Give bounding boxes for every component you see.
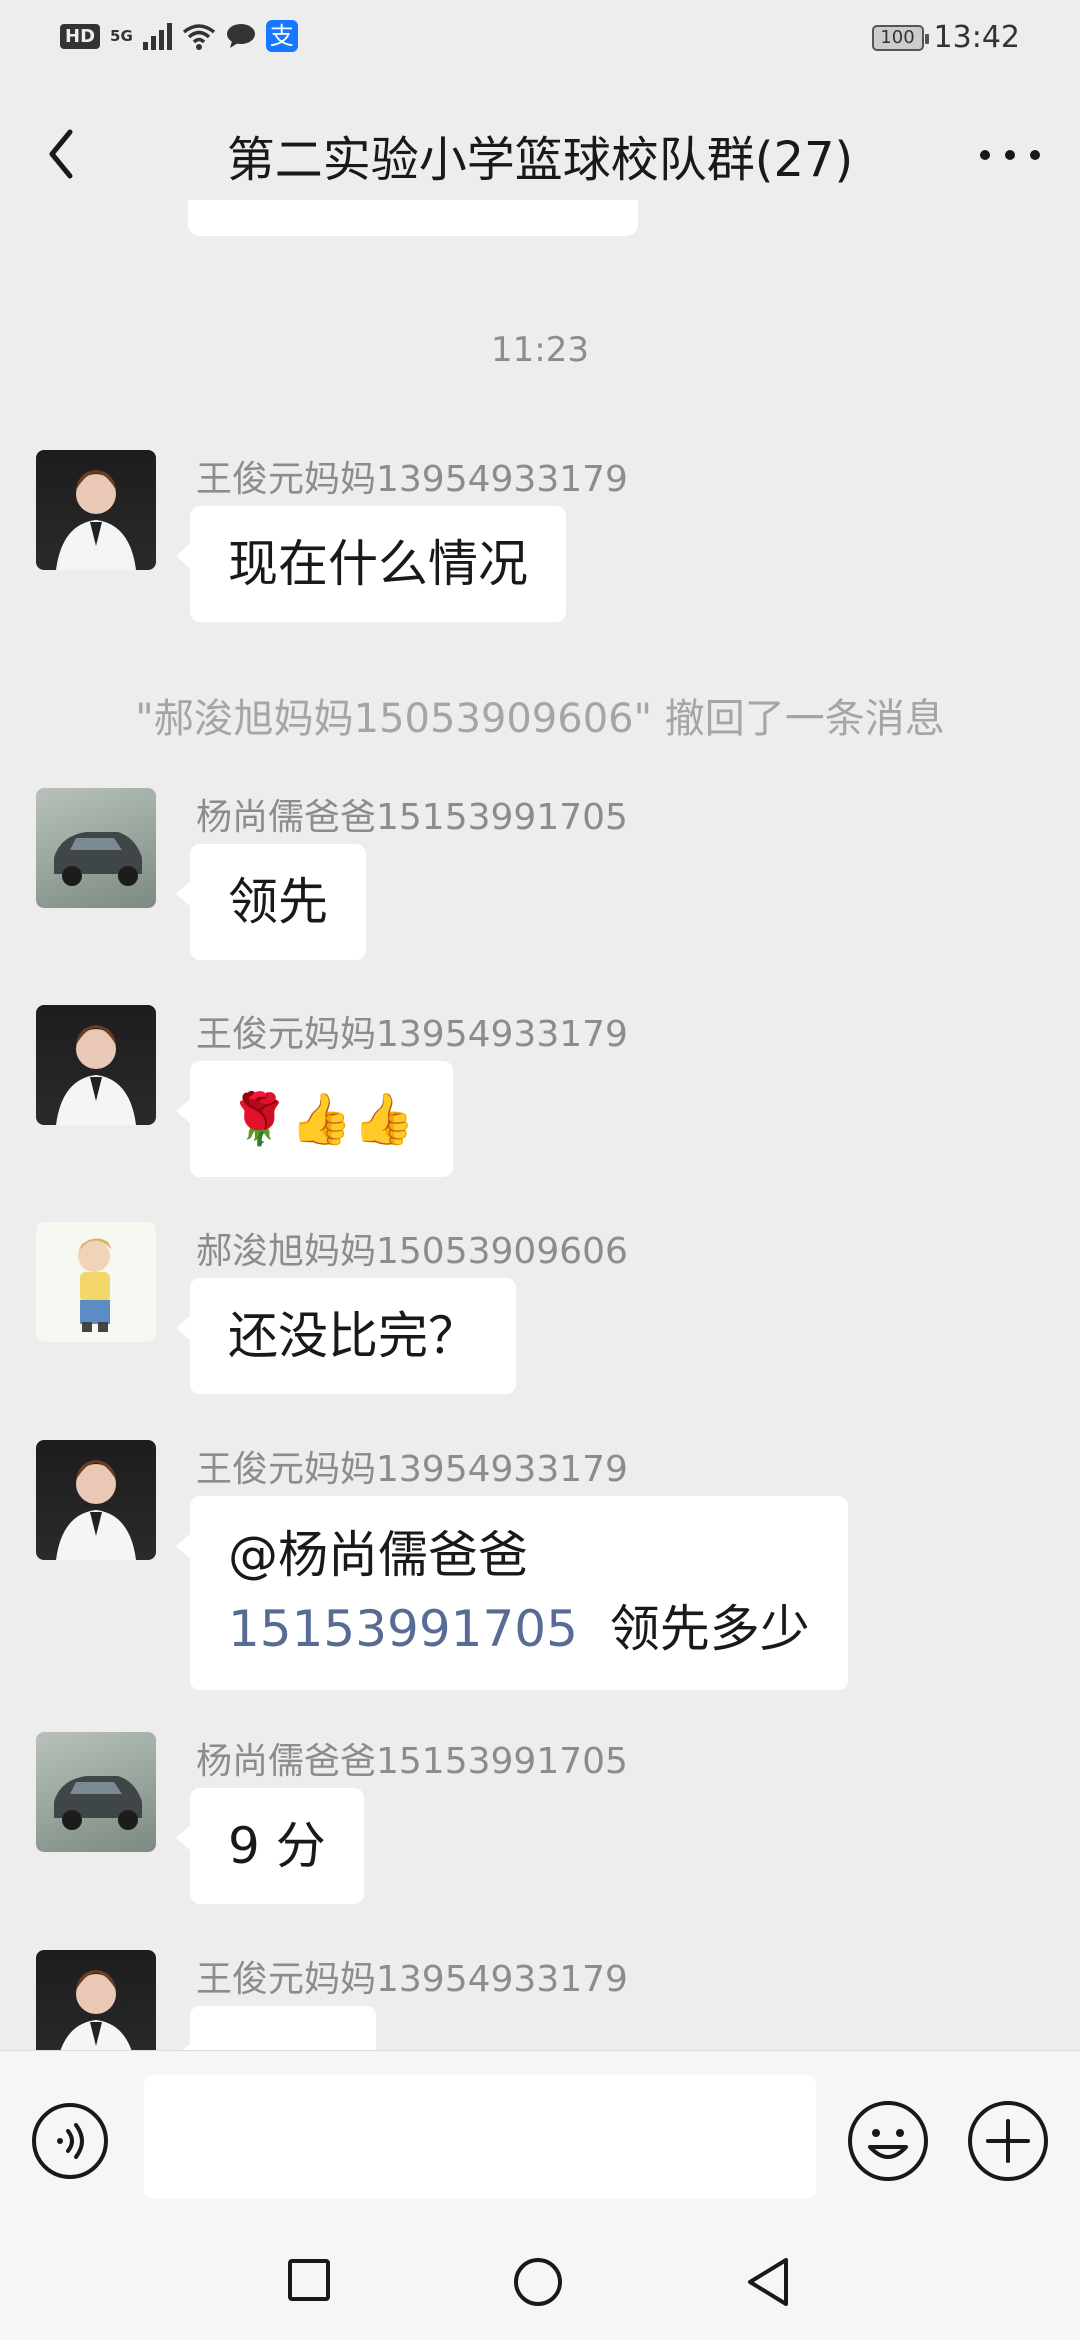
recall-notice: "郝浚旭妈妈15053909606" 撤回了一条消息 (135, 696, 945, 742)
chat-title: 第二实验小学篮球校队群(27) (226, 132, 854, 188)
voice-icon[interactable] (30, 2101, 110, 2181)
avatar[interactable] (36, 788, 156, 908)
alipay-icon: 支 (265, 20, 298, 52)
message-input[interactable] (144, 2075, 816, 2199)
previous-message-bubble[interactable] (188, 200, 638, 236)
avatar[interactable] (36, 1950, 156, 2050)
plus-icon[interactable] (966, 2099, 1050, 2183)
battery-icon: 100 (871, 24, 929, 51)
message-bubble[interactable]: 🌹👍👍 (176, 1061, 453, 1177)
sender-name: 杨尚儒爸爸15153991705 (196, 797, 628, 838)
signal-bars-icon (142, 22, 172, 50)
input-bar (0, 2050, 1080, 2221)
wifi-icon (182, 24, 215, 50)
signal-type: 5G (110, 27, 133, 45)
message-bubble[interactable] (176, 2006, 376, 2050)
sender-name: 王俊元妈妈13954933179 (196, 1449, 628, 1490)
status-bar: HD 5G 支 100 13:42 (0, 0, 1080, 80)
message-bubble[interactable]: 领先 (176, 844, 366, 960)
sender-name: 王俊元妈妈13954933179 (196, 459, 628, 500)
message-bubble[interactable]: 还没比完？ (176, 1278, 516, 1394)
sender-name: 王俊元妈妈13954933179 (196, 1014, 628, 1055)
back-arrow-icon[interactable] (40, 122, 88, 186)
hd-icon: HD (60, 23, 101, 49)
chat-messages[interactable]: 11:23 王俊元妈妈13954933179 现在什么情况 "郝浚旭妈妈1505… (0, 200, 1080, 2050)
avatar[interactable] (36, 1440, 156, 1560)
timestamp: 11:23 (491, 330, 589, 370)
sender-name: 郝浚旭妈妈15053909606 (196, 1231, 628, 1272)
mention-name[interactable]: @杨尚儒爸爸 (228, 1518, 810, 1592)
message-bubble[interactable]: 9 分 (176, 1788, 364, 1904)
phone-number-link[interactable]: 15153991705 (228, 1600, 578, 1658)
back-triangle-icon[interactable] (742, 2254, 794, 2310)
more-options-icon[interactable] (980, 140, 1040, 170)
clock: 13:42 (933, 20, 1020, 55)
emoji-icon[interactable] (846, 2099, 930, 2183)
avatar[interactable] (36, 450, 156, 570)
message-bubble[interactable]: @杨尚儒爸爸 15153991705 领先多少 (176, 1496, 848, 1690)
message-bubble[interactable]: 现在什么情况 (176, 506, 566, 622)
message-text: 领先多少 (609, 1600, 810, 1658)
avatar[interactable] (36, 1732, 156, 1852)
recent-apps-square-icon[interactable] (287, 2258, 331, 2302)
sender-name: 杨尚儒爸爸15153991705 (196, 1741, 628, 1782)
system-nav-bar (0, 2220, 1080, 2340)
sender-name: 王俊元妈妈13954933179 (196, 1959, 628, 2000)
avatar[interactable] (36, 1222, 156, 1342)
avatar[interactable] (36, 1005, 156, 1125)
home-circle-icon[interactable] (512, 2256, 564, 2308)
message-notification-icon (226, 24, 255, 48)
